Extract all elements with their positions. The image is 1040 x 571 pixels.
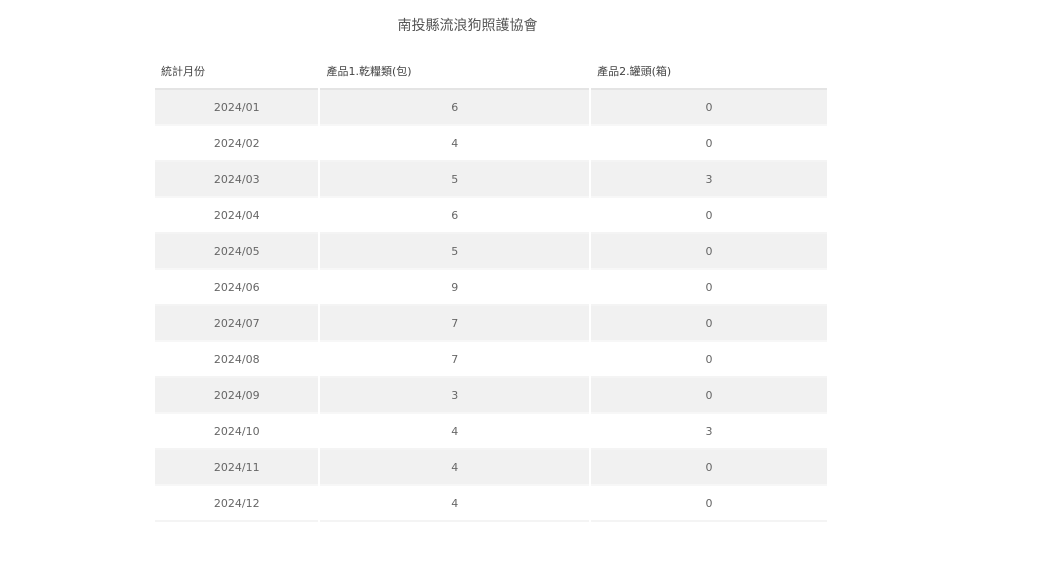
table-row: 2024/10 4 3 (155, 414, 827, 450)
cell-product-2: 3 (591, 162, 827, 198)
cell-month: 2024/04 (155, 198, 319, 234)
table-row: 2024/08 7 0 (155, 342, 827, 378)
cell-month: 2024/03 (155, 162, 319, 198)
cell-product-1: 4 (320, 486, 590, 522)
table-row: 2024/09 3 0 (155, 378, 827, 414)
table-row: 2024/04 6 0 (155, 198, 827, 234)
cell-product-2: 0 (591, 234, 827, 270)
table-row: 2024/12 4 0 (155, 486, 827, 522)
cell-month: 2024/10 (155, 414, 319, 450)
cell-product-1: 4 (320, 450, 590, 486)
column-header-month: 統計月份 (155, 54, 319, 90)
column-header-product-1: 產品1.乾糧類(包) (320, 54, 590, 90)
cell-month: 2024/07 (155, 306, 319, 342)
cell-product-1: 4 (320, 126, 590, 162)
cell-product-2: 0 (591, 342, 827, 378)
cell-product-2: 0 (591, 270, 827, 306)
cell-product-1: 7 (320, 342, 590, 378)
cell-product-1: 6 (320, 198, 590, 234)
cell-product-2: 0 (591, 486, 827, 522)
cell-product-2: 3 (591, 414, 827, 450)
cell-month: 2024/08 (155, 342, 319, 378)
cell-product-2: 0 (591, 198, 827, 234)
table-row: 2024/05 5 0 (155, 234, 827, 270)
cell-product-1: 5 (320, 162, 590, 198)
statistics-table: 統計月份 產品1.乾糧類(包) 產品2.罐頭(箱) 2024/01 6 0 20… (153, 54, 829, 522)
cell-month: 2024/06 (155, 270, 319, 306)
cell-month: 2024/09 (155, 378, 319, 414)
cell-product-1: 9 (320, 270, 590, 306)
table-row: 2024/07 7 0 (155, 306, 827, 342)
cell-product-1: 7 (320, 306, 590, 342)
table-row: 2024/01 6 0 (155, 90, 827, 126)
cell-product-2: 0 (591, 378, 827, 414)
cell-product-1: 3 (320, 378, 590, 414)
cell-product-2: 0 (591, 126, 827, 162)
table-row: 2024/11 4 0 (155, 450, 827, 486)
cell-product-2: 0 (591, 450, 827, 486)
cell-product-1: 4 (320, 414, 590, 450)
cell-month: 2024/12 (155, 486, 319, 522)
table-row: 2024/02 4 0 (155, 126, 827, 162)
cell-product-1: 6 (320, 90, 590, 126)
cell-month: 2024/05 (155, 234, 319, 270)
cell-product-2: 0 (591, 90, 827, 126)
table-header-row: 統計月份 產品1.乾糧類(包) 產品2.罐頭(箱) (155, 54, 827, 90)
page-title: 南投縣流浪狗照護協會 (397, 18, 538, 34)
column-header-product-2: 產品2.罐頭(箱) (591, 54, 827, 90)
cell-month: 2024/02 (155, 126, 319, 162)
cell-product-2: 0 (591, 306, 827, 342)
cell-product-1: 5 (320, 234, 590, 270)
cell-month: 2024/11 (155, 450, 319, 486)
cell-month: 2024/01 (155, 90, 319, 126)
table-row: 2024/06 9 0 (155, 270, 827, 306)
table-row: 2024/03 5 3 (155, 162, 827, 198)
